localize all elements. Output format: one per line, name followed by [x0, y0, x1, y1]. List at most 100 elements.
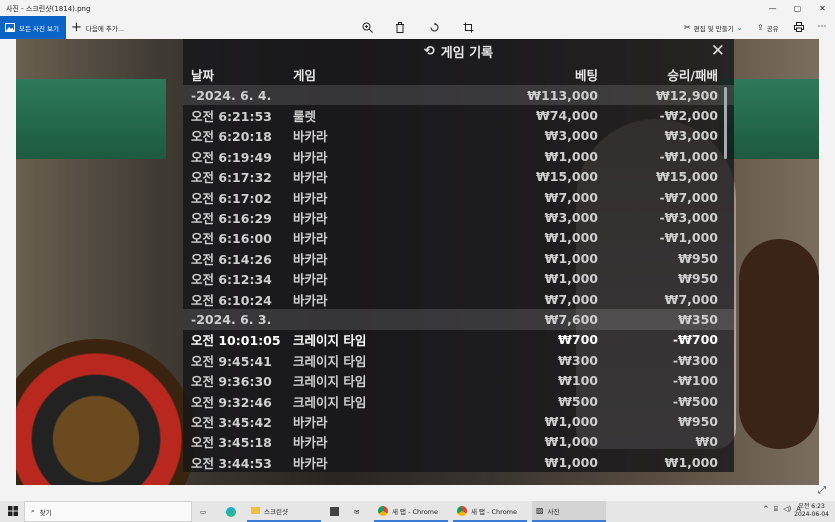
- history-row[interactable]: 오전 3:45:18 바카라 ₩1,000 ₩0: [183, 432, 734, 452]
- clock-date: 2024-06-04: [794, 511, 829, 518]
- header-date: 날짜: [191, 67, 215, 83]
- taskbar-app-screenshot[interactable]: 스크린샷: [247, 501, 321, 522]
- row-bet: ₩1,000: [544, 148, 598, 164]
- row-game: 바카라: [293, 272, 328, 288]
- chrome-icon: [457, 505, 467, 516]
- history-row[interactable]: 오전 9:32:46 크레이지 타임 ₩500 -₩500: [183, 391, 734, 411]
- window-title: 사진 - 스크린샷(1814).png: [6, 5, 91, 13]
- row-winloss: ₩950: [678, 271, 718, 287]
- history-row[interactable]: 오전 10:01:05 크레이지 타임 ₩700 -₩700: [183, 330, 734, 350]
- search-label: 찾기: [39, 508, 52, 517]
- all-photos-button[interactable]: 모든 사진 보기: [0, 16, 66, 39]
- row-winloss: -₩3,000: [659, 210, 718, 226]
- edit-create-button[interactable]: ✂ 편집 및 만들기 ⌄: [684, 16, 743, 39]
- row-game: 바카라: [293, 170, 328, 186]
- more-options-icon[interactable]: ⋯: [815, 20, 829, 34]
- chrome-icon: [378, 505, 388, 516]
- date-group-row[interactable]: -2024. 6. 3. ₩7,600 ₩350: [183, 309, 734, 330]
- trash-icon[interactable]: [393, 20, 407, 34]
- row-game: 룰렛: [293, 109, 317, 125]
- history-row[interactable]: 오전 3:45:42 바카라 ₩1,000 ₩950: [183, 411, 734, 431]
- photos-toolbar: 모든 사진 보기 + 다음에 추가... ✂ 편집 및 만들기 ⌄ ⇪ 공유 ⋯: [0, 16, 835, 39]
- row-time: 오전 6:14:26: [191, 251, 272, 267]
- casino-table-right: [719, 79, 819, 159]
- history-row[interactable]: 오전 6:21:53 룰렛 ₩74,000 -₩2,000: [183, 105, 734, 125]
- history-row[interactable]: 오전 6:17:02 바카라 ₩7,000 -₩7,000: [183, 187, 734, 207]
- history-row[interactable]: 오전 6:19:49 바카라 ₩1,000 -₩1,000: [183, 146, 734, 166]
- history-icon: ⟲: [423, 43, 435, 59]
- edge-icon[interactable]: [226, 501, 236, 522]
- share-label: 공유: [766, 24, 779, 33]
- row-winloss: -₩500: [672, 393, 718, 409]
- row-bet: ₩700: [558, 332, 598, 348]
- date-group-row[interactable]: -2024. 6. 4. ₩113,000 ₩12,900: [183, 85, 734, 106]
- screenshot-image: ⟲ 게임 기록 ✕ 날짜 게임 베팅 승리/패배 -2024. 6. 4. ₩11…: [16, 39, 819, 485]
- header-game: 게임: [293, 67, 317, 83]
- row-game: 바카라: [293, 149, 328, 165]
- row-winloss: ₩15,000: [655, 169, 718, 185]
- row-bet: ₩300: [558, 352, 598, 368]
- row-bet: ₩1,000: [544, 230, 598, 246]
- add-to-button[interactable]: + 다음에 추가...: [71, 16, 124, 39]
- history-list[interactable]: -2024. 6. 4. ₩113,000 ₩12,900 오전 6:21:53 룰렛 ₩…: [183, 85, 734, 472]
- row-winloss: -₩300: [672, 352, 718, 368]
- add-to-label: 다음에 추가...: [85, 24, 125, 33]
- row-game: 바카라: [293, 190, 328, 206]
- expand-icon[interactable]: ⤢: [818, 485, 826, 496]
- store-icon[interactable]: [330, 501, 339, 522]
- row-time: 오전 6:10:24: [191, 292, 272, 308]
- row-bet: ₩100: [558, 373, 598, 389]
- row-bet: ₩1,000: [544, 413, 598, 429]
- share-icon: ⇪: [757, 23, 764, 32]
- taskbar-clock[interactable]: 오전 6:23 2024-06-04: [794, 503, 829, 519]
- row-game: 크레이지 타임: [293, 394, 367, 410]
- scrollbar[interactable]: [724, 87, 727, 159]
- history-row[interactable]: 오전 9:45:41 크레이지 타임 ₩300 -₩300: [183, 350, 734, 370]
- row-time: 오전 6:16:29: [191, 211, 272, 227]
- zoom-in-icon[interactable]: [360, 20, 374, 34]
- maximize-button[interactable]: ▢: [785, 0, 810, 16]
- history-row[interactable]: 오전 6:14:26 바카라 ₩1,000 ₩950: [183, 248, 734, 268]
- panel-title: 게임 기록: [440, 45, 494, 61]
- row-game: 바카라: [293, 211, 328, 227]
- taskbar-app-photos[interactable]: ▨ 사진: [532, 501, 606, 522]
- close-icon[interactable]: ✕: [711, 41, 725, 61]
- minimize-button[interactable]: —: [760, 0, 785, 16]
- share-button[interactable]: ⇪ 공유: [757, 16, 779, 39]
- row-time: 오전 6:21:53: [191, 109, 272, 125]
- history-row[interactable]: 오전 9:36:30 크레이지 타임 ₩100 -₩100: [183, 370, 734, 390]
- row-winloss: ₩950: [678, 413, 718, 429]
- volume-icon: ◁): [783, 505, 792, 513]
- row-winloss: -₩700: [672, 332, 718, 348]
- history-row[interactable]: 오전 6:16:00 바카라 ₩1,000 -₩1,000: [183, 228, 734, 248]
- row-time: 오전 9:32:46: [191, 394, 272, 410]
- game-history-panel: ⟲ 게임 기록 ✕ 날짜 게임 베팅 승리/패배 -2024. 6. 4. ₩11…: [183, 39, 734, 472]
- row-game: 바카라: [293, 129, 328, 145]
- mail-icon[interactable]: ✉: [354, 501, 359, 522]
- history-row[interactable]: 오전 6:10:24 바카라 ₩7,000 ₩7,000: [183, 289, 734, 309]
- crop-icon[interactable]: [461, 20, 475, 34]
- task-view-icon[interactable]: ▭: [200, 501, 206, 522]
- history-row[interactable]: 오전 6:20:18 바카라 ₩3,000 ₩3,000: [183, 126, 734, 146]
- chevron-down-icon: ⌄: [736, 23, 743, 32]
- history-row[interactable]: 오전 6:12:34 바카라 ₩1,000 ₩950: [183, 269, 734, 289]
- network-icon: ⌸: [773, 505, 779, 513]
- history-row[interactable]: 오전 3:44:53 바카라 ₩1,000 ₩1,000: [183, 452, 734, 472]
- history-row[interactable]: 오전 6:17:32 바카라 ₩15,000 ₩15,000: [183, 167, 734, 187]
- clock-time: 오전 6:23: [798, 503, 825, 510]
- taskbar-search[interactable]: ⌕ 찾기: [24, 501, 192, 522]
- print-icon[interactable]: [792, 20, 806, 34]
- row-winloss: -₩1,000: [659, 148, 718, 164]
- history-row[interactable]: 오전 6:16:29 바카라 ₩3,000 -₩3,000: [183, 207, 734, 227]
- group-winloss-total: ₩12,900: [655, 87, 718, 103]
- folder-icon: [251, 507, 260, 514]
- windows-start-icon[interactable]: [8, 506, 18, 518]
- close-window-button[interactable]: ✕: [810, 0, 835, 16]
- rotate-icon[interactable]: [427, 20, 441, 34]
- row-bet: ₩3,000: [544, 210, 598, 226]
- taskbar-app-chrome-2[interactable]: 새 탭 - Chrome: [453, 501, 527, 522]
- casino-table-left: [16, 79, 166, 159]
- row-bet: ₩1,000: [544, 434, 598, 450]
- row-time: 오전 9:45:41: [191, 353, 272, 369]
- taskbar-app-chrome-1[interactable]: 새 탭 - Chrome: [374, 501, 448, 522]
